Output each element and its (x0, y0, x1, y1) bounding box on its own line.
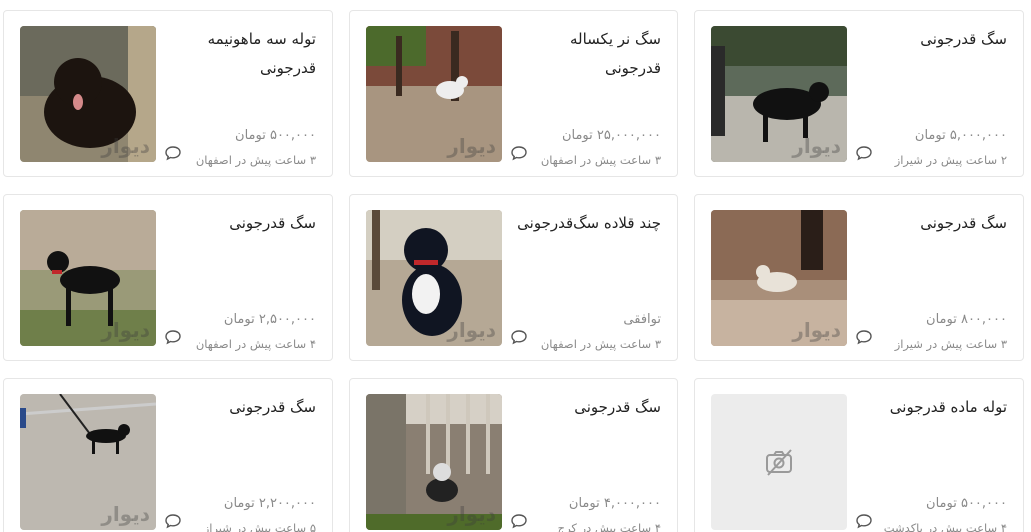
listing-title: سگ قدرجونی (920, 214, 1007, 232)
listing-title: چند قلاده سگ‌قدرجونی (517, 214, 661, 232)
listing-image-placeholder[interactable] (711, 394, 847, 530)
listing-meta: ۴ ساعت پیش در اصفهان (195, 337, 316, 351)
listing-meta: ۳ ساعت پیش در اصفهان (540, 153, 661, 167)
listing-grid: سگ قدرجونی ۵,۰۰۰,۰۰۰ تومان ۲ ساعت پیش در… (0, 0, 1031, 532)
watermark: دیوار (447, 318, 496, 342)
chat-bubble-icon[interactable] (164, 144, 182, 162)
listing-image[interactable]: دیوار (366, 26, 502, 162)
listing-info: سگ قدرجونی ۲,۲۰۰,۰۰۰ تومان ۵ ساعت پیش در… (166, 393, 316, 532)
listing-meta: ۳ ساعت پیش در شیراز (894, 337, 1007, 351)
listing-price: ۴,۰۰۰,۰۰۰ تومان (568, 496, 661, 511)
listing-card[interactable]: چند قلاده سگ‌قدرجونی توافقی ۳ ساعت پیش د… (349, 194, 678, 361)
listing-card[interactable]: سگ قدرجونی ۸۰۰,۰۰۰ تومان ۳ ساعت پیش در ش… (694, 194, 1024, 361)
listing-card[interactable]: سگ قدرجونی ۵,۰۰۰,۰۰۰ تومان ۲ ساعت پیش در… (694, 10, 1024, 177)
listing-info: توله سه ماهونیمه قدرجونی ۵۰۰,۰۰۰ تومان ۳… (166, 25, 316, 167)
watermark: دیوار (101, 318, 150, 342)
listing-info: سگ قدرجونی ۲,۵۰۰,۰۰۰ تومان ۴ ساعت پیش در… (166, 209, 316, 351)
listing-card[interactable]: توله ماده قدرجونی ۵۰۰,۰۰۰ تومان ۴ ساعت پ… (694, 378, 1024, 532)
listing-meta: ۳ ساعت پیش در اصفهان (195, 153, 316, 167)
listing-image[interactable]: دیوار (366, 210, 502, 346)
listing-title: توله ماده قدرجونی (889, 398, 1007, 416)
listing-info: سگ قدرجونی ۸۰۰,۰۰۰ تومان ۳ ساعت پیش در ش… (857, 209, 1007, 351)
listing-info: سگ قدرجونی ۵,۰۰۰,۰۰۰ تومان ۲ ساعت پیش در… (857, 25, 1007, 167)
listing-price: ۲,۲۰۰,۰۰۰ تومان (223, 496, 316, 511)
chat-bubble-icon[interactable] (510, 144, 528, 162)
listing-meta: ۳ ساعت پیش در اصفهان (540, 337, 661, 351)
chat-bubble-icon[interactable] (855, 512, 873, 530)
chat-bubble-icon[interactable] (855, 144, 873, 162)
listing-card[interactable]: سگ قدرجونی ۴,۰۰۰,۰۰۰ تومان ۴ ساعت پیش در… (349, 378, 678, 532)
chat-bubble-icon[interactable] (510, 512, 528, 530)
listing-card[interactable]: سگ نر یکساله قدرجونی ۲۵,۰۰۰,۰۰۰ تومان ۳ … (349, 10, 678, 177)
listing-title: سگ قدرجونی (574, 398, 661, 416)
listing-price: ۵۰۰,۰۰۰ تومان (235, 128, 316, 143)
chat-bubble-icon[interactable] (164, 512, 182, 530)
watermark: دیوار (447, 134, 496, 158)
listing-card[interactable]: توله سه ماهونیمه قدرجونی ۵۰۰,۰۰۰ تومان ۳… (3, 10, 333, 177)
watermark: دیوار (792, 134, 841, 158)
watermark: دیوار (792, 318, 841, 342)
listing-title: سگ قدرجونی (920, 30, 1007, 48)
listing-meta: ۲ ساعت پیش در شیراز (894, 153, 1007, 167)
watermark: دیوار (101, 134, 150, 158)
listing-title: سگ قدرجونی (229, 398, 316, 416)
listing-price: ۵۰۰,۰۰۰ تومان (926, 496, 1007, 511)
listing-title: سگ نر یکساله قدرجونی (569, 30, 661, 77)
listing-price: ۲,۵۰۰,۰۰۰ تومان (223, 312, 316, 327)
watermark: دیوار (101, 502, 150, 526)
listing-info: سگ قدرجونی ۴,۰۰۰,۰۰۰ تومان ۴ ساعت پیش در… (511, 393, 661, 532)
listing-title: توله سه ماهونیمه قدرجونی (207, 30, 316, 77)
listing-image[interactable]: دیوار (20, 210, 156, 346)
listing-price: ۵,۰۰۰,۰۰۰ تومان (914, 128, 1007, 143)
listing-meta: ۴ ساعت پیش در پاکدشت (883, 521, 1007, 532)
listing-image[interactable]: دیوار (20, 26, 156, 162)
listing-meta: ۵ ساعت پیش در شیراز (203, 521, 316, 532)
listing-card[interactable]: سگ قدرجونی ۲,۵۰۰,۰۰۰ تومان ۴ ساعت پیش در… (3, 194, 333, 361)
listing-info: چند قلاده سگ‌قدرجونی توافقی ۳ ساعت پیش د… (511, 209, 661, 351)
listing-price: ۲۵,۰۰۰,۰۰۰ تومان (561, 128, 661, 143)
listing-price: توافقی (623, 312, 661, 327)
listing-image[interactable]: دیوار (366, 394, 502, 530)
listing-image[interactable]: دیوار (20, 394, 156, 530)
chat-bubble-icon[interactable] (855, 328, 873, 346)
chat-bubble-icon[interactable] (164, 328, 182, 346)
listing-card[interactable]: سگ قدرجونی ۲,۲۰۰,۰۰۰ تومان ۵ ساعت پیش در… (3, 378, 333, 532)
chat-bubble-icon[interactable] (510, 328, 528, 346)
listing-image[interactable]: دیوار (711, 210, 847, 346)
listing-price: ۸۰۰,۰۰۰ تومان (926, 312, 1007, 327)
no-image-icon (766, 449, 792, 476)
listing-image[interactable]: دیوار (711, 26, 847, 162)
listing-info: توله ماده قدرجونی ۵۰۰,۰۰۰ تومان ۴ ساعت پ… (857, 393, 1007, 532)
listing-info: سگ نر یکساله قدرجونی ۲۵,۰۰۰,۰۰۰ تومان ۳ … (511, 25, 661, 167)
listing-title: سگ قدرجونی (229, 214, 316, 232)
listing-meta: ۴ ساعت پیش در کرج (557, 521, 661, 532)
watermark: دیوار (447, 502, 496, 526)
